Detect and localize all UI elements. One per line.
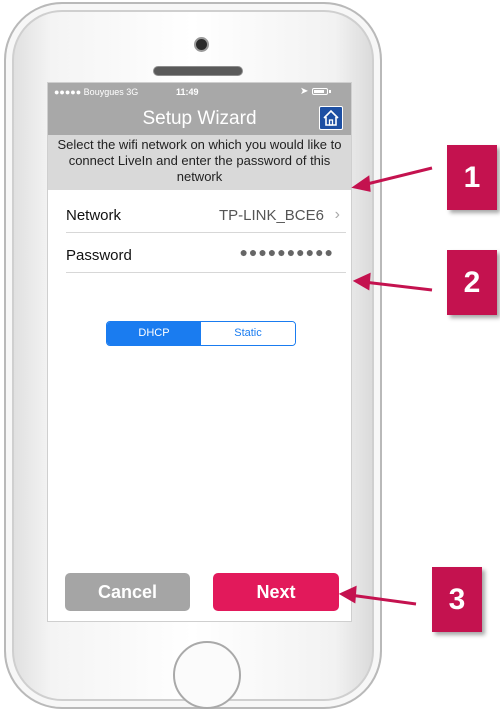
navigation-bar: Setup Wizard [48, 101, 351, 135]
earpiece-speaker [153, 66, 243, 76]
chevron-right-icon: › [334, 206, 340, 223]
callout-badge-2: 2 [447, 250, 497, 315]
segment-static[interactable]: Static [201, 322, 295, 345]
carrier-label: ●●●●● Bouygues 3G [54, 87, 139, 97]
password-label: Password [66, 247, 132, 264]
network-row[interactable]: Network TP-LINK_BCE6 › [66, 198, 346, 233]
password-field[interactable]: ●●●●●●●●●● [239, 244, 334, 260]
clock-time: 11:49 [176, 87, 199, 97]
network-value: TP-LINK_BCE6 [218, 207, 324, 224]
callout-badge-3: 3 [432, 567, 482, 632]
app-screen: ●●●●● Bouygues 3G 11:49 ➤ Setup Wizard S… [47, 82, 352, 622]
status-bar: ●●●●● Bouygues 3G 11:49 ➤ [48, 83, 351, 101]
network-label: Network [66, 207, 122, 224]
callout-badge-1: 1 [447, 145, 497, 210]
next-button[interactable]: Next [213, 573, 339, 611]
battery-icon [312, 88, 328, 95]
home-icon[interactable] [319, 106, 343, 130]
cancel-button[interactable]: Cancel [65, 573, 190, 611]
ip-mode-segmented-control[interactable]: DHCP Static [106, 321, 296, 346]
front-camera [194, 37, 209, 52]
battery-tip [329, 90, 331, 93]
password-row[interactable]: Password ●●●●●●●●●● [66, 238, 346, 273]
page-title: Setup Wizard [142, 108, 257, 129]
instructions-text: Select the wifi network on which you wou… [48, 135, 351, 190]
segment-dhcp[interactable]: DHCP [107, 322, 201, 345]
home-button[interactable] [173, 641, 241, 709]
home-icon-glyph [323, 109, 339, 126]
location-arrow-icon: ➤ [300, 86, 309, 97]
